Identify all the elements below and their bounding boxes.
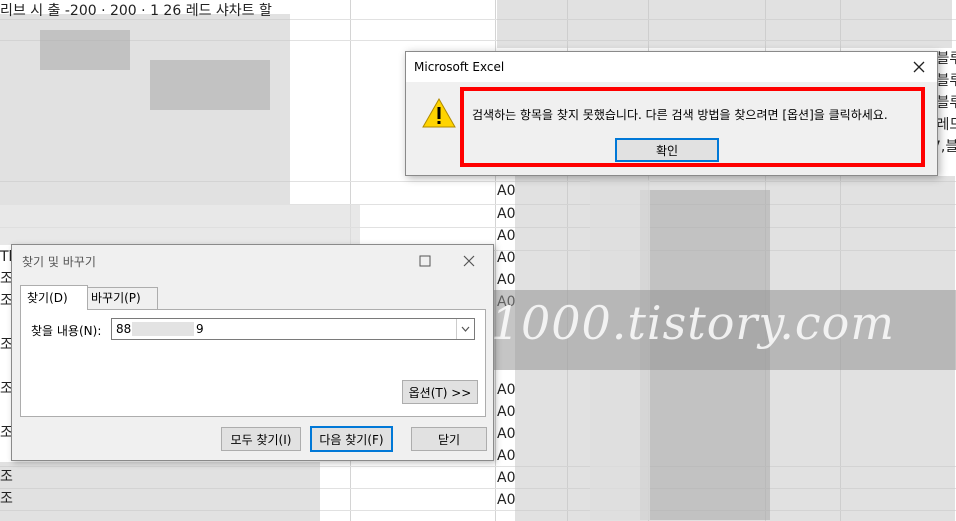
row-prefix: 조 — [0, 491, 13, 507]
find-input-value-suffix: 9 — [196, 322, 204, 336]
find-tab-panel: 찾을 내용(N): 88 9 옵션(T) >> — [20, 309, 486, 417]
cell-id: A0 — [497, 206, 516, 222]
cell-id: A0 — [497, 228, 516, 244]
cell-id: A0 — [497, 272, 516, 288]
tab-replace[interactable]: 바꾸기(P) — [84, 287, 158, 309]
find-label: 찾을 내용(N): — [31, 324, 102, 338]
highlight-box — [460, 87, 925, 167]
close-icon — [463, 255, 475, 267]
cell-id: A0 — [497, 448, 516, 464]
row-prefix: 조 — [0, 469, 13, 485]
close-dialog-button[interactable]: 닫기 — [411, 427, 487, 451]
message-close-button[interactable] — [905, 54, 933, 80]
cell-id: A0 — [497, 183, 516, 199]
warning-icon — [422, 98, 456, 128]
find-all-button[interactable]: 모두 찾기(I) — [221, 427, 301, 451]
chevron-down-icon — [461, 326, 470, 332]
dropdown-button[interactable] — [456, 319, 474, 339]
find-replace-dialog: 찾기 및 바꾸기 찾기(D) 바꾸기(P) 찾을 내용(N): 88 9 옵션(… — [11, 244, 494, 461]
dialog-title: 찾기 및 바꾸기 — [22, 255, 96, 269]
options-button[interactable]: 옵션(T) >> — [402, 380, 478, 404]
cell-id: A0 — [497, 250, 516, 266]
message-titlebar: Microsoft Excel — [406, 52, 937, 82]
maximize-button[interactable] — [403, 247, 447, 275]
tab-find[interactable]: 찾기(D) — [20, 285, 88, 310]
cell-id: A0 — [497, 470, 516, 486]
find-next-button[interactable]: 다음 찾기(F) — [310, 426, 393, 452]
find-input[interactable]: 88 9 — [111, 318, 475, 340]
cell-fragment-top: 리브 시 출 -200 · 200 · 1 26 레드 샤차트 할 — [0, 3, 272, 19]
cell-id: A0 — [497, 426, 516, 442]
close-button[interactable] — [447, 247, 491, 275]
maximize-icon — [419, 255, 431, 267]
find-input-value: 88 — [116, 322, 132, 336]
cell-id: A0 — [497, 404, 516, 420]
redacted-area — [132, 322, 194, 336]
close-icon — [913, 61, 925, 73]
cell-id: A0 — [497, 382, 516, 398]
cell-id: A0 — [497, 492, 516, 508]
message-title: Microsoft Excel — [414, 60, 505, 74]
